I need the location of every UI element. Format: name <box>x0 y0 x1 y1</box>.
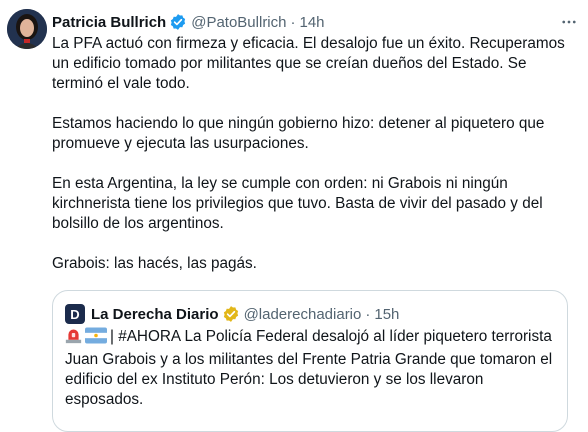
separator-dot: · <box>365 305 371 323</box>
tweet-paragraph: En esta Argentina, la ley se cumple con … <box>52 175 543 232</box>
author-avatar[interactable] <box>7 9 47 49</box>
timestamp[interactable]: 14h <box>300 14 325 31</box>
author-avatar-image <box>7 9 47 49</box>
quoted-tweet-header: D La Derecha Diario @laderechadiario · 1… <box>65 303 399 325</box>
argentina-flag-emoji-icon <box>85 327 107 350</box>
gold-verified-badge-icon <box>222 305 240 323</box>
verified-badge-icon <box>169 13 187 31</box>
tweet-text: La PFA actuó con firmeza y eficacia. El … <box>52 34 578 274</box>
quoted-tweet[interactable]: D La Derecha Diario @laderechadiario · 1… <box>52 290 568 432</box>
quoted-timestamp: 15h <box>374 305 400 323</box>
tweet-paragraph: Grabois: las hacés, las pagás. <box>52 255 257 272</box>
tweet-paragraph: La PFA actuó con firmeza y eficacia. El … <box>52 35 565 92</box>
author-name[interactable]: Patricia Bullrich <box>52 14 166 31</box>
tweet-paragraph: Estamos haciendo lo que ningún gobierno … <box>52 115 545 152</box>
separator-dot: · <box>290 13 296 31</box>
quoted-author-avatar: D <box>65 304 85 324</box>
tweet-header: Patricia Bullrich @PatoBullrich · 14h <box>52 11 580 33</box>
quoted-tweet-body: | #AHORA La Policía Federal desalojó al … <box>65 328 553 408</box>
more-options-icon[interactable] <box>558 11 580 33</box>
quoted-author-handle: @laderechadiario <box>243 305 362 323</box>
siren-emoji-icon <box>65 327 82 350</box>
quoted-author-name: La Derecha Diario <box>91 305 219 323</box>
author-handle[interactable]: @PatoBullrich <box>191 14 286 31</box>
quoted-tweet-text: | #AHORA La Policía Federal desalojó al … <box>65 327 557 410</box>
